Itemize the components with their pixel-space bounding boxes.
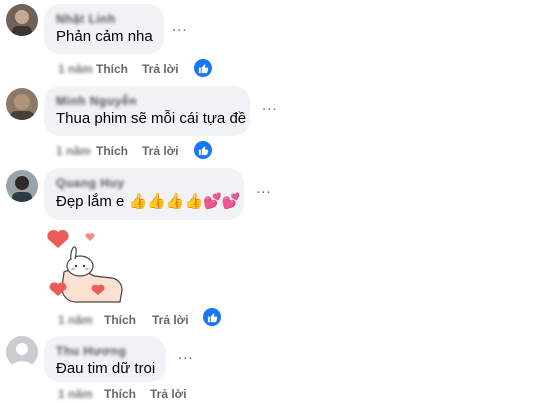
heart-hand-sticker[interactable] <box>44 228 128 304</box>
thumbs-up-icon <box>198 63 208 73</box>
like-button[interactable]: Thích <box>104 387 136 401</box>
avatar[interactable] <box>6 88 38 120</box>
comment-text: Thua phim sẽ mỗi cái tựa đề <box>56 110 247 127</box>
like-button[interactable]: Thích <box>104 313 136 327</box>
comment-bubble: Minh Nguyễn Thua phim sẽ mỗi cái tựa đề <box>44 86 250 136</box>
avatar[interactable] <box>6 4 38 36</box>
thumbs-up-icon <box>207 312 217 322</box>
reply-button[interactable]: Trả lời <box>150 387 187 401</box>
avatar-photo-icon <box>6 170 38 202</box>
reaction-badge[interactable] <box>192 57 214 79</box>
reply-button[interactable]: Trả lời <box>152 313 189 327</box>
timestamp[interactable]: 1 năm <box>58 313 93 327</box>
timestamp[interactable]: 1 năm <box>56 144 91 158</box>
comment-bubble: Nhật Linh Phản cảm nha <box>44 4 164 54</box>
avatar-photo-icon <box>6 88 38 120</box>
comment-bubble: Quang Huy Đẹp lắm e 👍👍👍👍💕💕 <box>44 168 244 220</box>
avatar[interactable] <box>6 170 38 202</box>
timestamp[interactable]: 1 năm <box>58 387 93 401</box>
reaction-badge[interactable] <box>201 306 223 328</box>
comment-text: Đau tim dữ troi <box>56 360 156 377</box>
more-options-icon[interactable]: ... <box>178 347 194 362</box>
default-avatar-icon <box>6 336 38 368</box>
commenter-name[interactable]: Thu Hương <box>56 344 154 358</box>
commenter-name[interactable]: Nhật Linh <box>56 12 152 26</box>
comment-text: Đẹp lắm e 👍👍👍👍💕💕 <box>56 193 241 210</box>
more-options-icon[interactable]: ... <box>256 181 272 196</box>
like-button[interactable]: Thích <box>96 144 128 158</box>
reply-button[interactable]: Trả lời <box>142 62 179 76</box>
avatar-photo-icon <box>6 4 38 36</box>
comment-text: Phản cảm nha <box>56 28 153 45</box>
comment-bubble: Thu Hương Đau tim dữ troi <box>44 336 166 382</box>
avatar[interactable] <box>6 336 38 368</box>
heart-hand-sticker-icon <box>47 229 123 303</box>
more-options-icon[interactable]: ... <box>262 98 278 113</box>
timestamp[interactable]: 1 năm <box>58 62 93 76</box>
reaction-badge[interactable] <box>192 139 214 161</box>
like-button[interactable]: Thích <box>96 62 128 76</box>
commenter-name[interactable]: Quang Huy <box>56 176 232 190</box>
reply-button[interactable]: Trả lời <box>142 144 179 158</box>
thumbs-up-icon <box>198 145 208 155</box>
more-options-icon[interactable]: ... <box>172 19 188 34</box>
commenter-name[interactable]: Minh Nguyễn <box>56 94 238 108</box>
